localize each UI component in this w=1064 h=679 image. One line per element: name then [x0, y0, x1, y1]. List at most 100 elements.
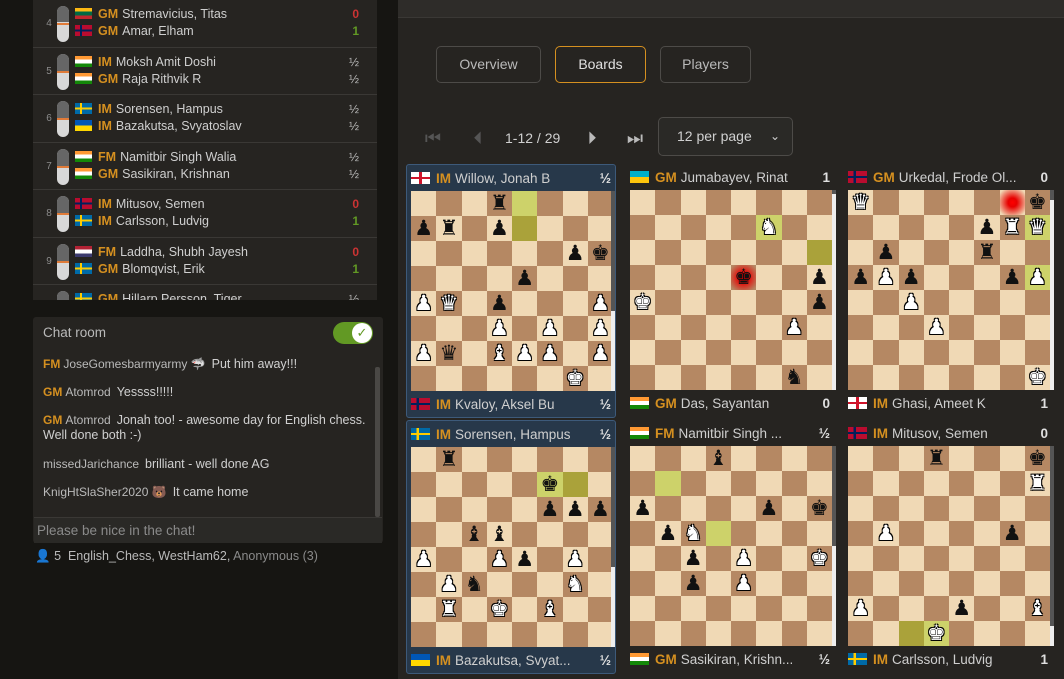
square-g8[interactable] — [999, 190, 1025, 215]
square-a8[interactable] — [411, 447, 437, 472]
board-player-top[interactable]: GM Jumabayev, Rinat 1 — [630, 168, 832, 188]
square-e3[interactable]: ♟ — [731, 571, 757, 596]
square-d2[interactable] — [923, 596, 949, 621]
square-a3[interactable] — [411, 316, 437, 341]
square-d5[interactable] — [923, 521, 949, 546]
square-f1[interactable] — [537, 366, 563, 391]
square-h1[interactable] — [806, 621, 832, 646]
square-e1[interactable] — [512, 622, 538, 647]
square-c2[interactable] — [898, 340, 924, 365]
square-c5[interactable]: ♟ — [898, 265, 924, 290]
square-b5[interactable] — [436, 266, 462, 291]
square-a4[interactable] — [630, 546, 656, 571]
square-g1[interactable] — [781, 621, 807, 646]
square-f1[interactable] — [756, 365, 782, 390]
square-h5[interactable] — [1024, 521, 1050, 546]
square-a4[interactable]: ♟ — [411, 291, 437, 316]
square-c6[interactable] — [461, 497, 487, 522]
square-d8[interactable] — [705, 190, 731, 215]
square-a2[interactable] — [630, 596, 656, 621]
square-d8[interactable]: ♜ — [923, 446, 949, 471]
square-b3[interactable] — [873, 315, 899, 340]
player-white[interactable]: IM Mitusov, Semen 0 — [75, 196, 369, 213]
square-e6[interactable] — [731, 240, 757, 265]
first-page-icon[interactable]: ⏮ — [421, 128, 445, 149]
square-h5[interactable] — [587, 522, 613, 547]
square-g5[interactable]: ♟ — [999, 265, 1025, 290]
square-b6[interactable] — [436, 497, 462, 522]
square-e6[interactable] — [512, 497, 538, 522]
square-c1[interactable] — [898, 621, 924, 646]
square-a8[interactable] — [411, 191, 437, 216]
chess-board[interactable]: ♜ ♚ ♟ ♟ ♟ ♝ ♝ ♟ ♟ ♟ ♟ ♟ ♞ ♞ ♜ ♚ ♝ — [411, 447, 613, 647]
square-f8[interactable] — [756, 446, 782, 471]
square-e6[interactable] — [949, 240, 975, 265]
square-b4[interactable] — [655, 290, 681, 315]
square-e3[interactable] — [949, 315, 975, 340]
square-e8[interactable] — [949, 190, 975, 215]
square-g1[interactable]: ♞ — [781, 365, 807, 390]
square-f4[interactable] — [537, 547, 563, 572]
square-d4[interactable] — [705, 546, 731, 571]
square-g6[interactable]: ♟ — [562, 497, 588, 522]
player-black[interactable]: GM Amar, Elham 1 — [75, 23, 369, 40]
square-e8[interactable] — [949, 446, 975, 471]
square-f8[interactable] — [537, 447, 563, 472]
square-g6[interactable] — [999, 240, 1025, 265]
square-d8[interactable] — [486, 447, 512, 472]
square-g3[interactable] — [781, 571, 807, 596]
square-e7[interactable] — [949, 215, 975, 240]
square-f6[interactable] — [537, 241, 563, 266]
square-d8[interactable] — [923, 190, 949, 215]
square-a7[interactable] — [848, 471, 874, 496]
square-f1[interactable] — [537, 622, 563, 647]
chess-board[interactable]: ♝ ♟ ♟ ♚ ♟ ♞ ♟ ♟ ♚ ♟ ♟ — [630, 446, 832, 646]
square-f4[interactable] — [756, 546, 782, 571]
square-c7[interactable] — [898, 471, 924, 496]
square-e5[interactable] — [949, 265, 975, 290]
square-c7[interactable] — [898, 215, 924, 240]
square-d7[interactable]: ♟ — [486, 216, 512, 241]
chess-board[interactable]: ♜ ♚ ♜ ♟ ♟ ♟ ♟ ♝ ♚ — [848, 446, 1050, 646]
square-g8[interactable] — [562, 447, 588, 472]
square-h8[interactable] — [587, 447, 613, 472]
square-c7[interactable] — [461, 216, 487, 241]
board-player-bottom[interactable]: IM Ghasi, Ameet K 1 — [848, 394, 1050, 414]
square-e5[interactable] — [731, 521, 757, 546]
square-h7[interactable] — [587, 472, 613, 497]
square-h4[interactable]: ♟ — [806, 290, 832, 315]
square-a7[interactable] — [630, 215, 656, 240]
square-c1[interactable] — [898, 365, 924, 390]
square-a3[interactable] — [630, 315, 656, 340]
square-d8[interactable]: ♝ — [705, 446, 731, 471]
square-g6[interactable] — [999, 496, 1025, 521]
square-f6[interactable]: ♜ — [974, 240, 1000, 265]
square-a3[interactable] — [630, 571, 656, 596]
square-a6[interactable] — [848, 496, 874, 521]
square-c8[interactable] — [898, 190, 924, 215]
square-f2[interactable]: ♟ — [537, 341, 563, 366]
square-d1[interactable]: ♚ — [923, 621, 949, 646]
board-player-bottom[interactable]: GM Sasikiran, Krishn... ½ — [630, 650, 832, 670]
square-g4[interactable] — [999, 290, 1025, 315]
square-c1[interactable] — [680, 621, 706, 646]
square-f3[interactable] — [974, 315, 1000, 340]
square-b2[interactable] — [655, 340, 681, 365]
square-b5[interactable]: ♟ — [873, 521, 899, 546]
square-f6[interactable]: ♟ — [537, 497, 563, 522]
square-a1[interactable] — [411, 366, 437, 391]
square-f7[interactable]: ♚ — [537, 472, 563, 497]
square-f3[interactable] — [537, 572, 563, 597]
square-g1[interactable] — [999, 621, 1025, 646]
board-card[interactable]: IM Mitusov, Semen 0 IM Carlsson, Ludvig 1 ♜ ♚ ♜ ♟… — [844, 420, 1054, 674]
square-h3[interactable] — [1024, 571, 1050, 596]
square-b7[interactable] — [873, 471, 899, 496]
square-g1[interactable] — [999, 365, 1025, 390]
square-a2[interactable] — [411, 597, 437, 622]
player-white[interactable]: IM Sorensen, Hampus ½ — [75, 101, 369, 118]
square-c2[interactable] — [680, 596, 706, 621]
square-e2[interactable]: ♟ — [949, 596, 975, 621]
tab-players[interactable]: Players — [660, 46, 751, 83]
square-h7[interactable] — [587, 216, 613, 241]
square-g8[interactable] — [781, 190, 807, 215]
